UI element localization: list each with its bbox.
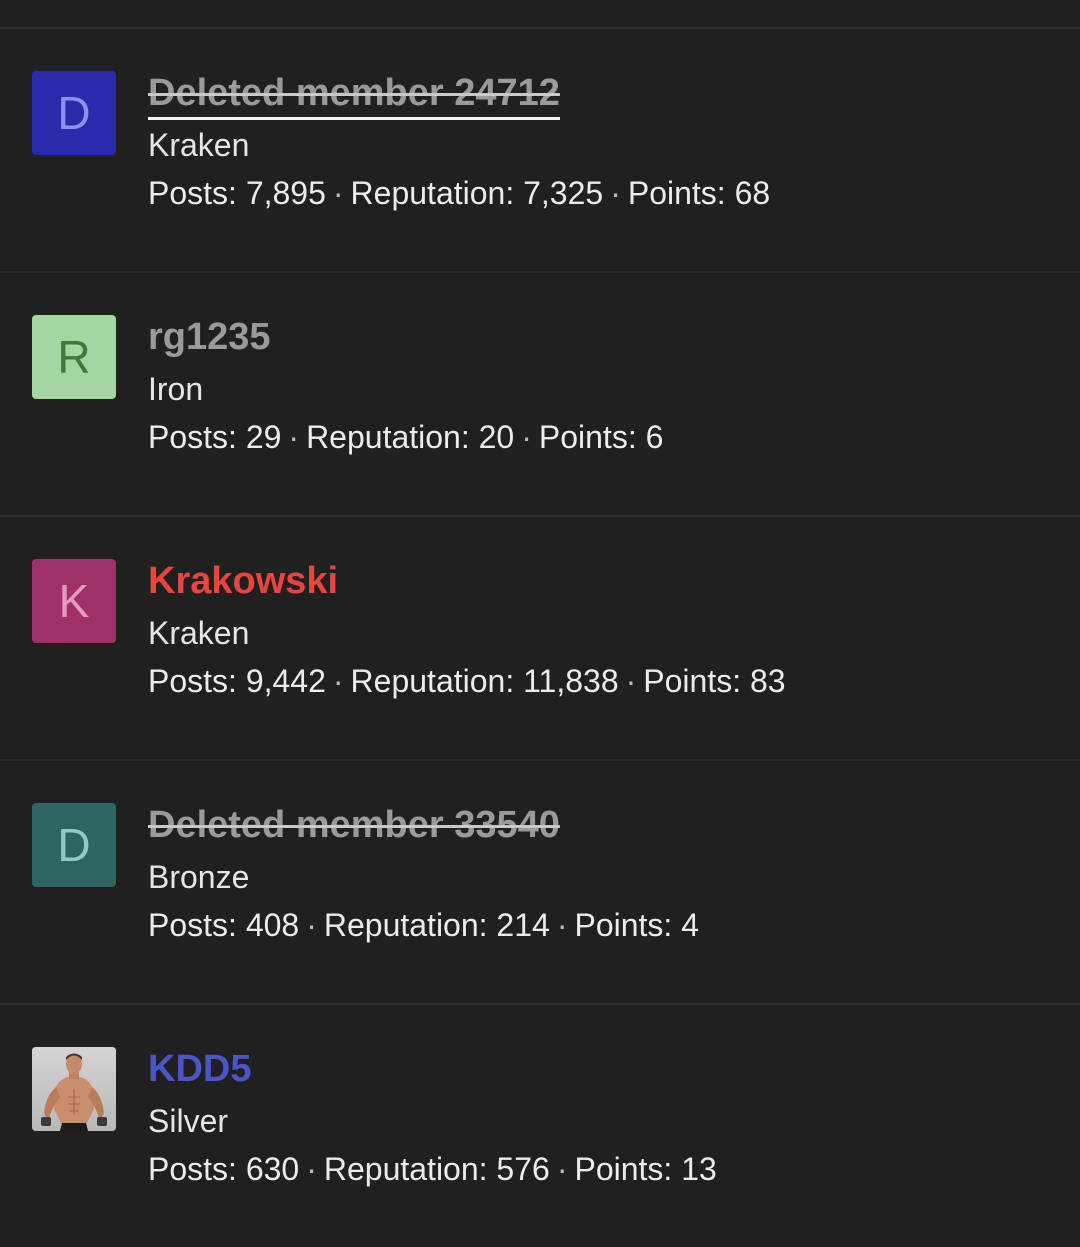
username-link[interactable]: KDD5 <box>148 1045 251 1093</box>
stats-separator: · <box>306 1151 317 1187</box>
points-count: 4 <box>681 907 699 943</box>
member-list: D Deleted member 24712 Kraken Posts: 7,8… <box>0 29 1080 1247</box>
username-link[interactable]: rg1235 <box>148 313 271 361</box>
reputation-count: 214 <box>496 907 550 943</box>
posts-label: Posts: <box>148 1151 237 1187</box>
reputation-count: 11,838 <box>523 663 619 699</box>
reputation-count: 20 <box>478 419 515 455</box>
reputation-count: 576 <box>496 1151 550 1187</box>
avatar[interactable]: R <box>32 315 116 399</box>
user-title: Kraken <box>148 615 250 651</box>
stats-separator: · <box>332 663 344 699</box>
member-row: K Krakowski Kraken Posts: 9,442 · Reputati… <box>0 517 1080 761</box>
posts-count: 9,442 <box>245 663 326 699</box>
posts-count: 29 <box>245 419 282 455</box>
reputation-count: 7,325 <box>523 175 604 211</box>
points-label: Points: <box>574 1151 673 1187</box>
posts-label: Posts: <box>148 663 237 699</box>
member-stats: Posts: 630 · Reputation: 576 · Points: 13 <box>148 1149 717 1189</box>
stats-separator: · <box>556 907 568 943</box>
points-label: Points: <box>643 663 742 699</box>
member-stats: Posts: 29 · Reputation: 20 · Points: 6 <box>148 417 663 457</box>
stats-separator: · <box>625 663 637 699</box>
points-count: 13 <box>681 1151 717 1187</box>
reputation-label: Reputation: <box>323 907 488 943</box>
username-link[interactable]: Deleted member 33540 <box>148 801 560 849</box>
points-label: Points: <box>538 419 637 455</box>
posts-label: Posts: <box>148 175 237 211</box>
username-link[interactable]: Krakowski <box>148 557 338 605</box>
member-stats: Posts: 408 · Reputation: 214 · Points: 4 <box>148 905 699 945</box>
member-row: D Deleted member 24712 Kraken Posts: 7,8… <box>0 29 1080 273</box>
posts-label: Posts: <box>148 419 237 455</box>
avatar[interactable]: K <box>32 559 116 643</box>
member-stats: Posts: 7,895 · Reputation: 7,325 · Points: 6… <box>148 173 770 213</box>
user-title: Kraken <box>148 127 250 163</box>
stats-separator: · <box>332 175 344 211</box>
avatar-photo[interactable] <box>32 1047 116 1131</box>
user-title: Iron <box>148 371 204 407</box>
posts-label: Posts: <box>148 907 237 943</box>
stats-separator: · <box>556 1151 568 1187</box>
posts-count: 630 <box>245 1151 300 1187</box>
points-label: Points: <box>627 175 726 211</box>
reputation-label: Reputation: <box>306 419 470 455</box>
member-row: KDD5 Silver Posts: 630 · Reputation: 576 · P… <box>0 1005 1080 1247</box>
reputation-label: Reputation: <box>350 175 515 211</box>
member-row: R rg1235 Iron Posts: 29 · Reputation: 20 · P… <box>0 273 1080 517</box>
points-count: 83 <box>749 663 786 699</box>
user-title: Silver <box>148 1103 229 1139</box>
username-link[interactable]: Deleted member 24712 <box>148 69 560 120</box>
posts-count: 408 <box>245 907 300 943</box>
stats-separator: · <box>306 907 317 943</box>
reputation-label: Reputation: <box>350 663 515 699</box>
user-title: Bronze <box>148 859 250 895</box>
stats-separator: · <box>288 419 300 455</box>
fighter-photo-icon <box>32 1047 116 1131</box>
points-count: 68 <box>734 175 771 211</box>
stats-separator: · <box>521 419 532 455</box>
member-row: D Deleted member 33540 Bronze Posts: 408… <box>0 761 1080 1005</box>
posts-count: 7,895 <box>245 175 326 211</box>
stats-separator: · <box>610 175 621 211</box>
points-label: Points: <box>574 907 673 943</box>
member-stats: Posts: 9,442 · Reputation: 11,838 · Points: … <box>148 661 786 701</box>
avatar[interactable]: D <box>32 71 116 155</box>
avatar[interactable]: D <box>32 803 116 887</box>
points-count: 6 <box>645 419 664 455</box>
reputation-label: Reputation: <box>323 1151 488 1187</box>
